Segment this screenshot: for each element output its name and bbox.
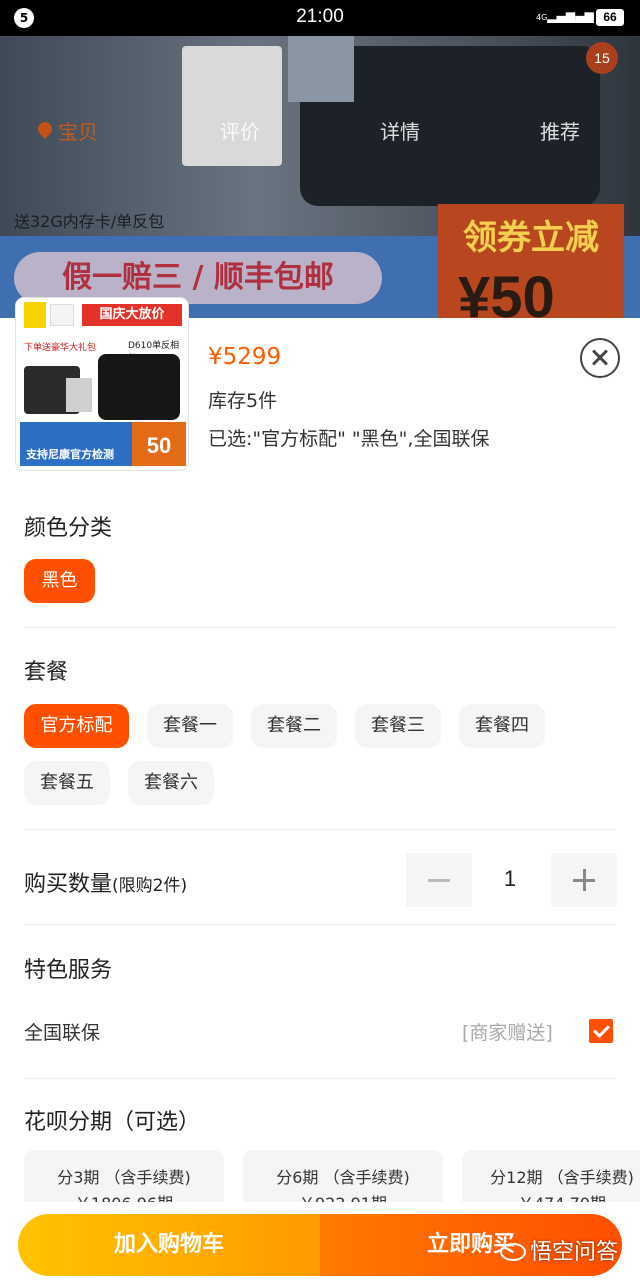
coupon-title: 领券立减 bbox=[463, 218, 599, 258]
coupon-amount: ¥50 bbox=[458, 265, 555, 318]
quantity-label: 购买数量(限购2件) bbox=[24, 872, 188, 897]
package-option-4[interactable]: 套餐四 bbox=[459, 704, 545, 748]
quantity-value[interactable]: 1 bbox=[470, 866, 550, 892]
installment-period: 分6期 （含手续费) bbox=[276, 1168, 410, 1187]
watermark: 悟空问答 bbox=[500, 1234, 618, 1266]
promo-banner: 假一赔三 / 顺丰包邮 bbox=[14, 252, 382, 304]
service-name: 全国联保 bbox=[24, 1022, 101, 1044]
message-count-badge: 15 bbox=[586, 42, 618, 74]
installment-period: 分12期 （含手续费) bbox=[490, 1168, 634, 1187]
nikon-logo-icon bbox=[50, 304, 74, 326]
tab-details[interactable]: 详情 bbox=[380, 116, 420, 145]
color-option-black[interactable]: 黑色 bbox=[24, 559, 95, 603]
battery-icon: 66 bbox=[596, 9, 624, 26]
product-price: ¥5299 bbox=[208, 344, 282, 370]
product-thumbnail[interactable]: 国庆大放价 下单送豪华大礼包 D610单反相机 支持尼康官方检测 50 bbox=[16, 298, 188, 470]
quantity-increase-button[interactable] bbox=[551, 853, 617, 907]
thumbnail-bottom-text: 支持尼康官方检测 bbox=[26, 448, 114, 461]
tab-baby[interactable]: 宝贝 bbox=[58, 116, 98, 145]
package-option-3[interactable]: 套餐三 bbox=[355, 704, 441, 748]
divider bbox=[24, 924, 616, 925]
watermark-logo-icon bbox=[500, 1243, 526, 1261]
thumbnail-coupon: 50 bbox=[132, 422, 186, 466]
color-section-title: 颜色分类 bbox=[24, 516, 113, 541]
selected-options: 已选:"官方标配" "黑色",全国联保 bbox=[208, 428, 490, 450]
camera-image bbox=[98, 354, 180, 420]
quantity-limit: (限购2件) bbox=[112, 876, 188, 896]
service-section-title: 特色服务 bbox=[24, 958, 113, 983]
promo-line: 送32G内存卡/单反包 bbox=[14, 212, 165, 231]
memory-card-image bbox=[66, 378, 92, 412]
tab-recommend[interactable]: 推荐 bbox=[540, 116, 580, 145]
service-checkbox[interactable] bbox=[589, 1019, 613, 1043]
divider bbox=[24, 1078, 616, 1079]
divider bbox=[24, 627, 616, 628]
add-to-cart-button[interactable]: 加入购物车 bbox=[18, 1214, 320, 1276]
signal-icon-2: ▂▄▆ bbox=[566, 9, 594, 23]
quantity-decrease-button[interactable] bbox=[406, 853, 472, 907]
installment-period: 分3期 （含手续费) bbox=[57, 1168, 191, 1187]
brand-logo-icon bbox=[24, 302, 46, 328]
thumbnail-gift-text: 下单送豪华大礼包 bbox=[24, 343, 97, 353]
package-section-title: 套餐 bbox=[24, 660, 69, 685]
package-option-1[interactable]: 套餐一 bbox=[147, 704, 233, 748]
stock-count: 库存5件 bbox=[208, 390, 278, 412]
close-icon[interactable] bbox=[580, 338, 620, 378]
coupon-banner: 领券立减 ¥50 bbox=[438, 204, 624, 318]
memory-card-image bbox=[182, 46, 282, 166]
package-option-official[interactable]: 官方标配 bbox=[24, 704, 129, 748]
service-note: [商家赠送] bbox=[462, 1022, 553, 1044]
package-option-2[interactable]: 套餐二 bbox=[251, 704, 337, 748]
thumbnail-banner: 国庆大放价 bbox=[82, 304, 182, 326]
package-option-5[interactable]: 套餐五 bbox=[24, 761, 110, 805]
package-option-6[interactable]: 套餐六 bbox=[128, 761, 214, 805]
divider bbox=[24, 829, 616, 830]
tab-reviews[interactable]: 评价 bbox=[220, 116, 260, 145]
thumbnail-image bbox=[288, 36, 354, 102]
product-page-background[interactable]: 15 宝贝 评价 详情 推荐 送32G内存卡/单反包 假一赔三 / 顺丰包邮 领… bbox=[0, 36, 640, 318]
installment-section-title: 花呗分期（可选） bbox=[24, 1110, 201, 1135]
status-bar: 5 21:00 4G▂▄▆ ▂▄▆ 66 bbox=[0, 0, 640, 36]
